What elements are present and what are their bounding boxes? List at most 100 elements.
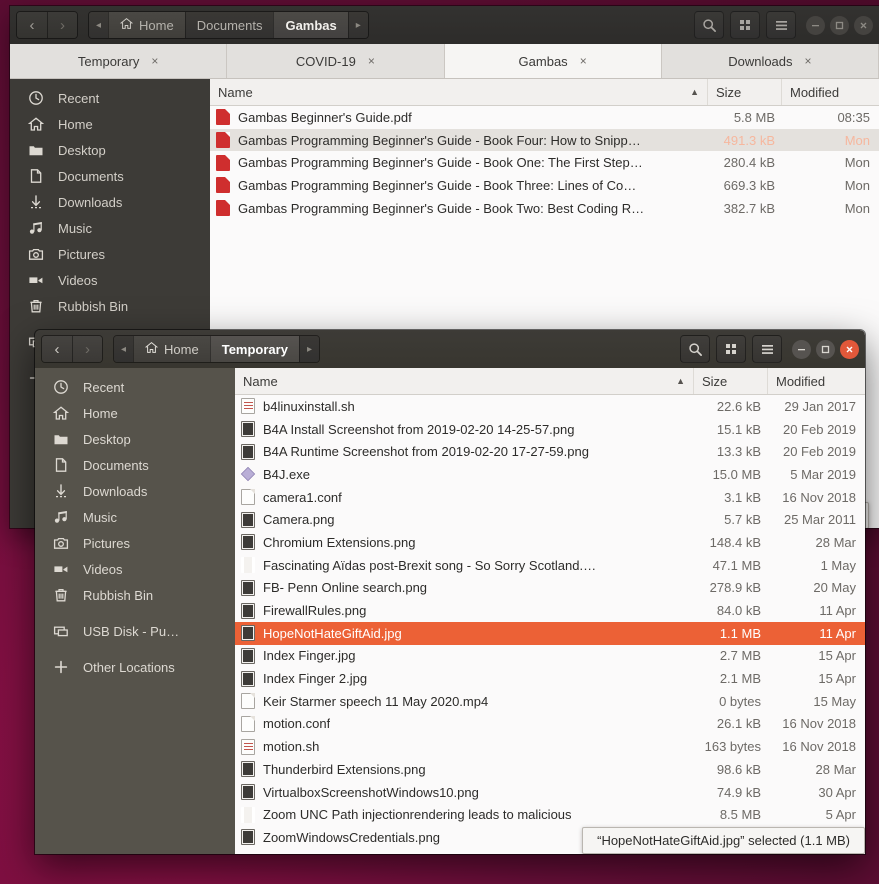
file-name-cell[interactable]: B4A Runtime Screenshot from 2019-02-20 1… [235, 444, 694, 460]
table-row[interactable]: Gambas Programming Beginner's Guide - Bo… [210, 129, 879, 152]
file-name-cell[interactable]: FB- Penn Online search.png [235, 580, 694, 596]
file-name-cell[interactable]: Chromium Extensions.png [235, 534, 694, 550]
table-row[interactable]: Keir Starmer speech 11 May 2020.mp40 byt… [235, 690, 865, 713]
table-row[interactable]: motion.conf26.1 kB16 Nov 2018 [235, 713, 865, 736]
forward-button[interactable]: › [72, 336, 102, 362]
tab-gambas[interactable]: Gambas × [445, 44, 662, 78]
sidebar-item-rubbish-bin[interactable]: Rubbish Bin [10, 293, 210, 319]
table-row[interactable]: Chromium Extensions.png148.4 kB28 Mar [235, 531, 865, 554]
front-file-pane[interactable]: Name ▲ Size Modified b4linuxinstall.sh22… [235, 368, 865, 854]
sidebar-item-usb-disk-pu[interactable]: USB Disk - Pu… [35, 618, 235, 644]
table-row[interactable]: Gambas Beginner's Guide.pdf5.8 MB08:35 [210, 106, 879, 129]
view-grid-icon[interactable] [730, 11, 760, 39]
table-row[interactable]: motion.sh163 bytes16 Nov 2018 [235, 735, 865, 758]
front-file-rows[interactable]: b4linuxinstall.sh22.6 kB29 Jan 2017 B4A I… [235, 395, 865, 854]
file-name-cell[interactable]: B4J.exe [235, 467, 694, 482]
sidebar-item-desktop[interactable]: Desktop [35, 426, 235, 452]
minimize-icon[interactable] [806, 16, 825, 35]
front-titlebar-actions[interactable] [680, 335, 782, 363]
view-grid-icon[interactable] [716, 335, 746, 363]
table-row[interactable]: Gambas Programming Beginner's Guide - Bo… [210, 197, 879, 220]
file-name-cell[interactable]: b4linuxinstall.sh [235, 398, 694, 414]
back-window-titlebar[interactable]: ‹ › ◂ Home Documents Gambas ▸ [10, 6, 879, 44]
sidebar-item-desktop[interactable]: Desktop [10, 137, 210, 163]
breadcrumb-item-temporary[interactable]: Temporary [210, 336, 299, 362]
file-name-cell[interactable]: camera1.conf [235, 489, 694, 505]
close-icon[interactable]: × [151, 54, 158, 68]
maximize-icon[interactable] [816, 340, 835, 359]
table-row[interactable]: Zoom UNC Path injectionrendering leads t… [235, 803, 865, 826]
table-row[interactable]: B4J.exe15.0 MB5 Mar 2019 [235, 463, 865, 486]
table-row[interactable]: Fascinating Aïdas post-Brexit song - So … [235, 554, 865, 577]
column-header-modified[interactable]: Modified [768, 368, 865, 394]
sidebar-item-music[interactable]: Music [35, 504, 235, 530]
close-icon[interactable] [840, 340, 859, 359]
column-header-size[interactable]: Size [694, 368, 768, 394]
sidebar-item-downloads[interactable]: Downloads [35, 478, 235, 504]
breadcrumb-item-gambas[interactable]: Gambas [273, 12, 347, 38]
sidebar-item-music[interactable]: Music [10, 215, 210, 241]
hamburger-menu-icon[interactable] [752, 335, 782, 363]
sidebar-item-documents[interactable]: Documents [35, 452, 235, 478]
back-column-headers[interactable]: Name ▲ Size Modified [210, 79, 879, 106]
column-header-modified[interactable]: Modified [782, 79, 879, 105]
file-name-cell[interactable]: Zoom UNC Path injectionrendering leads t… [235, 807, 694, 823]
file-name-cell[interactable]: Gambas Programming Beginner's Guide - Bo… [210, 132, 708, 148]
sidebar-item-other-locations[interactable]: Other Locations [35, 654, 235, 680]
file-name-cell[interactable]: Camera.png [235, 512, 694, 528]
sidebar-item-recent[interactable]: Recent [35, 374, 235, 400]
column-header-size[interactable]: Size [708, 79, 782, 105]
back-tab-strip[interactable]: Temporary × COVID-19 × Gambas × Download… [10, 44, 879, 79]
sidebar-item-downloads[interactable]: Downloads [10, 189, 210, 215]
sidebar-item-documents[interactable]: Documents [10, 163, 210, 189]
breadcrumb-prev-icon[interactable]: ◂ [89, 12, 108, 38]
sidebar-item-videos[interactable]: Videos [35, 556, 235, 582]
front-window-controls[interactable] [792, 340, 859, 359]
table-row[interactable]: FB- Penn Online search.png278.9 kB20 May [235, 577, 865, 600]
breadcrumb[interactable]: ◂ Home Documents Gambas ▸ [88, 11, 369, 39]
table-row[interactable]: b4linuxinstall.sh22.6 kB29 Jan 2017 [235, 395, 865, 418]
breadcrumb-next-icon[interactable]: ▸ [348, 12, 368, 38]
sidebar-item-home[interactable]: Home [10, 111, 210, 137]
breadcrumb-prev-icon[interactable]: ◂ [114, 336, 133, 362]
file-name-cell[interactable]: Keir Starmer speech 11 May 2020.mp4 [235, 693, 694, 709]
sidebar-item-pictures[interactable]: Pictures [35, 530, 235, 556]
file-name-cell[interactable]: Index Finger 2.jpg [235, 671, 694, 687]
breadcrumb-next-icon[interactable]: ▸ [299, 336, 319, 362]
table-row[interactable]: Thunderbird Extensions.png98.6 kB28 Mar [235, 758, 865, 781]
column-header-name[interactable]: Name ▲ [210, 79, 708, 105]
breadcrumb-item-home[interactable]: Home [108, 12, 185, 38]
close-icon[interactable]: × [368, 54, 375, 68]
table-row[interactable]: B4A Install Screenshot from 2019-02-20 1… [235, 418, 865, 441]
file-name-cell[interactable]: VirtualboxScreenshotWindows10.png [235, 784, 694, 800]
file-name-cell[interactable]: Gambas Programming Beginner's Guide - Bo… [210, 155, 708, 171]
sidebar-item-rubbish-bin[interactable]: Rubbish Bin [35, 582, 235, 608]
close-icon[interactable]: × [580, 54, 587, 68]
back-window-controls[interactable] [806, 16, 873, 35]
file-name-cell[interactable]: Index Finger.jpg [235, 648, 694, 664]
file-name-cell[interactable]: Thunderbird Extensions.png [235, 761, 694, 777]
file-name-cell[interactable]: B4A Install Screenshot from 2019-02-20 1… [235, 421, 694, 437]
table-row[interactable]: Camera.png5.7 kB25 Mar 2011 [235, 508, 865, 531]
table-row[interactable]: Index Finger 2.jpg2.1 MB15 Apr [235, 667, 865, 690]
minimize-icon[interactable] [792, 340, 811, 359]
close-icon[interactable]: × [805, 54, 812, 68]
table-row[interactable]: VirtualboxScreenshotWindows10.png74.9 kB… [235, 781, 865, 804]
file-name-cell[interactable]: HopeNotHateGiftAid.jpg [235, 625, 694, 641]
file-name-cell[interactable]: Gambas Programming Beginner's Guide - Bo… [210, 200, 708, 216]
maximize-icon[interactable] [830, 16, 849, 35]
file-manager-window-temporary[interactable]: ‹ › ◂ Home Temporary ▸ [35, 330, 865, 854]
column-header-name[interactable]: Name ▲ [235, 368, 694, 394]
hamburger-menu-icon[interactable] [766, 11, 796, 39]
back-titlebar-actions[interactable] [694, 11, 796, 39]
back-button[interactable]: ‹ [17, 12, 47, 38]
table-row[interactable]: HopeNotHateGiftAid.jpg1.1 MB11 Apr [235, 622, 865, 645]
file-name-cell[interactable]: Gambas Beginner's Guide.pdf [210, 109, 708, 125]
front-sidebar[interactable]: RecentHomeDesktopDocumentsDownloadsMusic… [35, 368, 235, 854]
table-row[interactable]: Gambas Programming Beginner's Guide - Bo… [210, 151, 879, 174]
table-row[interactable]: camera1.conf3.1 kB16 Nov 2018 [235, 486, 865, 509]
tab-covid-19[interactable]: COVID-19 × [227, 44, 444, 78]
file-name-cell[interactable]: Gambas Programming Beginner's Guide - Bo… [210, 177, 708, 193]
sidebar-item-videos[interactable]: Videos [10, 267, 210, 293]
file-name-cell[interactable]: motion.conf [235, 716, 694, 732]
